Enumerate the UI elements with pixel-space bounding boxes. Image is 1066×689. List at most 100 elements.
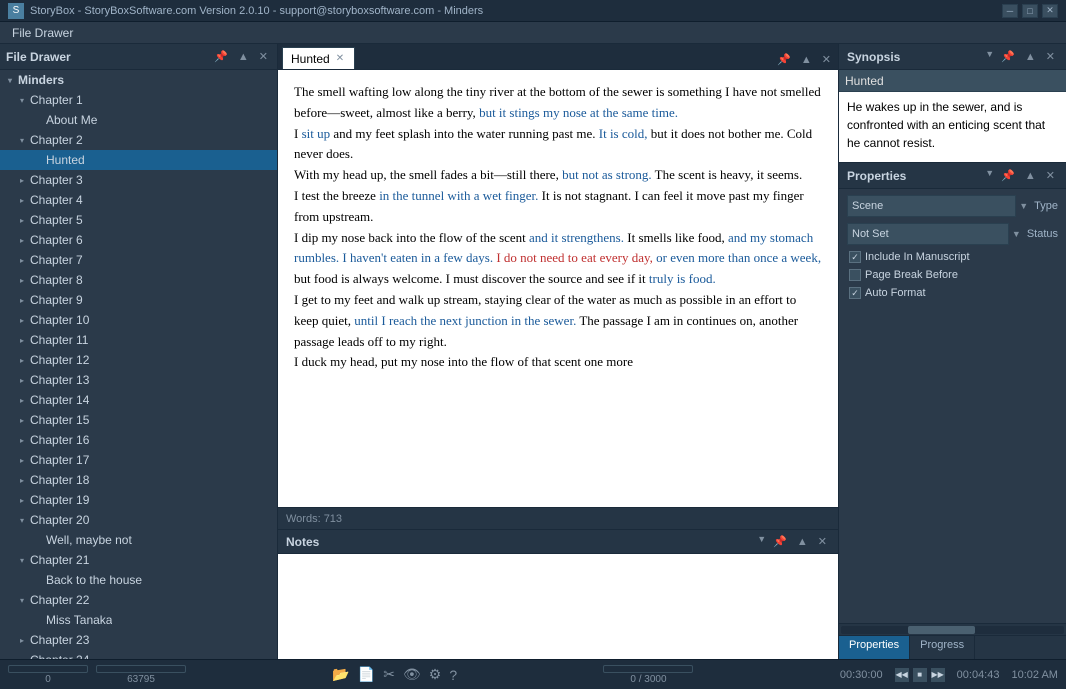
tree-item-ch21[interactable]: Chapter 21 <box>0 550 277 570</box>
properties-scrollbar-h[interactable] <box>839 623 1066 635</box>
word-count-text: Words: 713 <box>286 513 342 525</box>
tree-item-ch17[interactable]: Chapter 17 <box>0 450 277 470</box>
tree-arrow-ch15 <box>16 414 28 426</box>
tree-label-ch3: Chapter 3 <box>30 173 83 187</box>
notes-close-btn[interactable]: ✕ <box>815 534 830 549</box>
tab-pin-btn[interactable]: 📌 <box>774 52 794 67</box>
tree-item-miss-tanaka[interactable]: Miss Tanaka <box>0 610 277 630</box>
playback-prev-btn[interactable]: ◀◀ <box>895 668 909 682</box>
notes-panel: Notes ▼ 📌 ▲ ✕ <box>278 529 838 659</box>
file-drawer-arrow-btn[interactable]: ▲ <box>235 49 252 64</box>
maximize-button[interactable]: □ <box>1022 4 1038 18</box>
tree-item-ch20[interactable]: Chapter 20 <box>0 510 277 530</box>
tree-label-ch17: Chapter 17 <box>30 453 89 467</box>
tree-item-ch11[interactable]: Chapter 11 <box>0 330 277 350</box>
synopsis-drop-arrow[interactable]: ▼ <box>985 49 994 64</box>
prop-page-break-row: Page Break Before <box>847 269 1058 281</box>
editor-area[interactable]: The smell wafting low along the tiny riv… <box>278 70 838 507</box>
tree-item-well-maybe[interactable]: Well, maybe not <box>0 530 277 550</box>
prop-type-select[interactable]: Scene Chapter Note <box>847 195 1016 217</box>
synopsis-text[interactable]: He wakes up in the sewer, and is confron… <box>839 92 1066 162</box>
tree-item-ch9[interactable]: Chapter 9 <box>0 290 277 310</box>
synopsis-close-btn[interactable]: ✕ <box>1043 49 1058 64</box>
tool-help-icon[interactable]: ? <box>449 667 457 683</box>
tab-close-panel-btn[interactable]: ✕ <box>819 52 834 67</box>
prop-auto-format-checkbox[interactable]: ✓ <box>849 287 861 299</box>
synopsis-panel: Synopsis ▼ 📌 ▲ ✕ Hunted He wakes up in t… <box>839 44 1066 163</box>
tree-item-ch10[interactable]: Chapter 10 <box>0 310 277 330</box>
tree-arrow-ch16 <box>16 434 28 446</box>
tool-gear-icon[interactable]: ⚙ <box>429 666 442 683</box>
tree-item-ch2[interactable]: Chapter 2 <box>0 130 277 150</box>
tree-item-about-me[interactable]: About Me <box>0 110 277 130</box>
notes-content[interactable] <box>278 554 838 659</box>
close-button[interactable]: ✕ <box>1042 4 1058 18</box>
editor-paragraph-2: With my head up, the smell fades a bit—s… <box>294 165 822 186</box>
properties-close-btn[interactable]: ✕ <box>1043 168 1058 183</box>
playback-stop-btn[interactable]: ■ <box>913 668 927 682</box>
tree-item-ch5[interactable]: Chapter 5 <box>0 210 277 230</box>
tree-item-hunted[interactable]: Hunted <box>0 150 277 170</box>
notes-header: Notes ▼ 📌 ▲ ✕ <box>278 530 838 554</box>
tool-eye-icon[interactable]: 👁 <box>403 666 421 683</box>
tree-item-ch3[interactable]: Chapter 3 <box>0 170 277 190</box>
notes-pin-btn[interactable]: 📌 <box>770 534 790 549</box>
tree-item-ch15[interactable]: Chapter 15 <box>0 410 277 430</box>
tool-scissors-icon[interactable]: ✂ <box>383 666 395 683</box>
tree-arrow-ch23 <box>16 634 28 646</box>
tree-label-ch23: Chapter 23 <box>30 633 89 647</box>
tree-item-minders[interactable]: Minders <box>0 70 277 90</box>
tree-item-ch19[interactable]: Chapter 19 <box>0 490 277 510</box>
status-bar: 0 63795 📂 📄 ✂ 👁 ⚙ ? 0 / 3000 00:30:00 ◀◀… <box>0 659 1066 689</box>
tree-item-ch13[interactable]: Chapter 13 <box>0 370 277 390</box>
tree-item-ch16[interactable]: Chapter 16 <box>0 430 277 450</box>
prop-include-manuscript-checkbox[interactable]: ✓ <box>849 251 861 263</box>
file-tree[interactable]: MindersChapter 1 About Me Chapter 2 Hunted C… <box>0 70 277 659</box>
prop-page-break-checkbox[interactable] <box>849 269 861 281</box>
tree-item-ch18[interactable]: Chapter 18 <box>0 470 277 490</box>
tool-open-folder-icon[interactable]: 📂 <box>332 666 349 683</box>
tree-label-ch8: Chapter 8 <box>30 273 83 287</box>
tree-item-ch8[interactable]: Chapter 8 <box>0 270 277 290</box>
tree-item-back-to-house[interactable]: Back to the house <box>0 570 277 590</box>
properties-pin-btn[interactable]: 📌 <box>998 168 1018 183</box>
file-drawer-close-btn[interactable]: ✕ <box>256 49 271 64</box>
tree-item-ch4[interactable]: Chapter 4 <box>0 190 277 210</box>
synopsis-arrow-btn[interactable]: ▲ <box>1022 49 1039 64</box>
prop-status-select[interactable]: Not Set Draft Final <box>847 223 1009 245</box>
tab-hunted-close[interactable]: ✕ <box>336 53 344 64</box>
synopsis-pin-btn[interactable]: 📌 <box>998 49 1018 64</box>
tree-item-ch1[interactable]: Chapter 1 <box>0 90 277 110</box>
properties-arrow-btn[interactable]: ▲ <box>1022 168 1039 183</box>
tree-label-hunted: Hunted <box>46 153 85 167</box>
tree-label-ch14: Chapter 14 <box>30 393 89 407</box>
tool-file-icon[interactable]: 📄 <box>358 666 375 683</box>
tree-item-ch6[interactable]: Chapter 6 <box>0 230 277 250</box>
tree-label-ch10: Chapter 10 <box>30 313 89 327</box>
tree-item-ch12[interactable]: Chapter 12 <box>0 350 277 370</box>
tree-item-ch7[interactable]: Chapter 7 <box>0 250 277 270</box>
prop-type-select-wrapper: Scene Chapter Note ▼ <box>847 195 1028 217</box>
tree-label-about-me: About Me <box>46 113 97 127</box>
file-drawer-pin-btn[interactable]: 📌 <box>211 49 231 64</box>
notes-arrow-btn[interactable]: ▲ <box>794 534 811 549</box>
menu-file-drawer[interactable]: File Drawer <box>4 24 81 42</box>
properties-drop-arrow[interactable]: ▼ <box>985 168 994 183</box>
tree-item-ch23[interactable]: Chapter 23 <box>0 630 277 650</box>
tree-item-ch24[interactable]: Chapter 24 <box>0 650 277 659</box>
tree-item-ch22[interactable]: Chapter 22 <box>0 590 277 610</box>
tree-arrow-back-to-house <box>32 574 44 586</box>
minimize-button[interactable]: ─ <box>1002 4 1018 18</box>
tree-arrow-ch8 <box>16 274 28 286</box>
tree-arrow-minders <box>4 74 16 86</box>
properties-title-bar: Properties ▼ 📌 ▲ ✕ <box>839 163 1066 189</box>
tab-arrow-btn[interactable]: ▲ <box>798 53 815 67</box>
tab-progress[interactable]: Progress <box>910 636 975 659</box>
tree-item-ch14[interactable]: Chapter 14 <box>0 390 277 410</box>
tab-properties[interactable]: Properties <box>839 636 910 659</box>
playback-next-btn[interactable]: ▶▶ <box>931 668 945 682</box>
prop-auto-format-label: Auto Format <box>865 287 926 299</box>
tab-hunted[interactable]: Hunted ✕ <box>282 47 355 69</box>
notes-drop-arrow[interactable]: ▼ <box>757 534 766 549</box>
editor-paragraph-3: I test the breeze in the tunnel with a w… <box>294 186 822 228</box>
